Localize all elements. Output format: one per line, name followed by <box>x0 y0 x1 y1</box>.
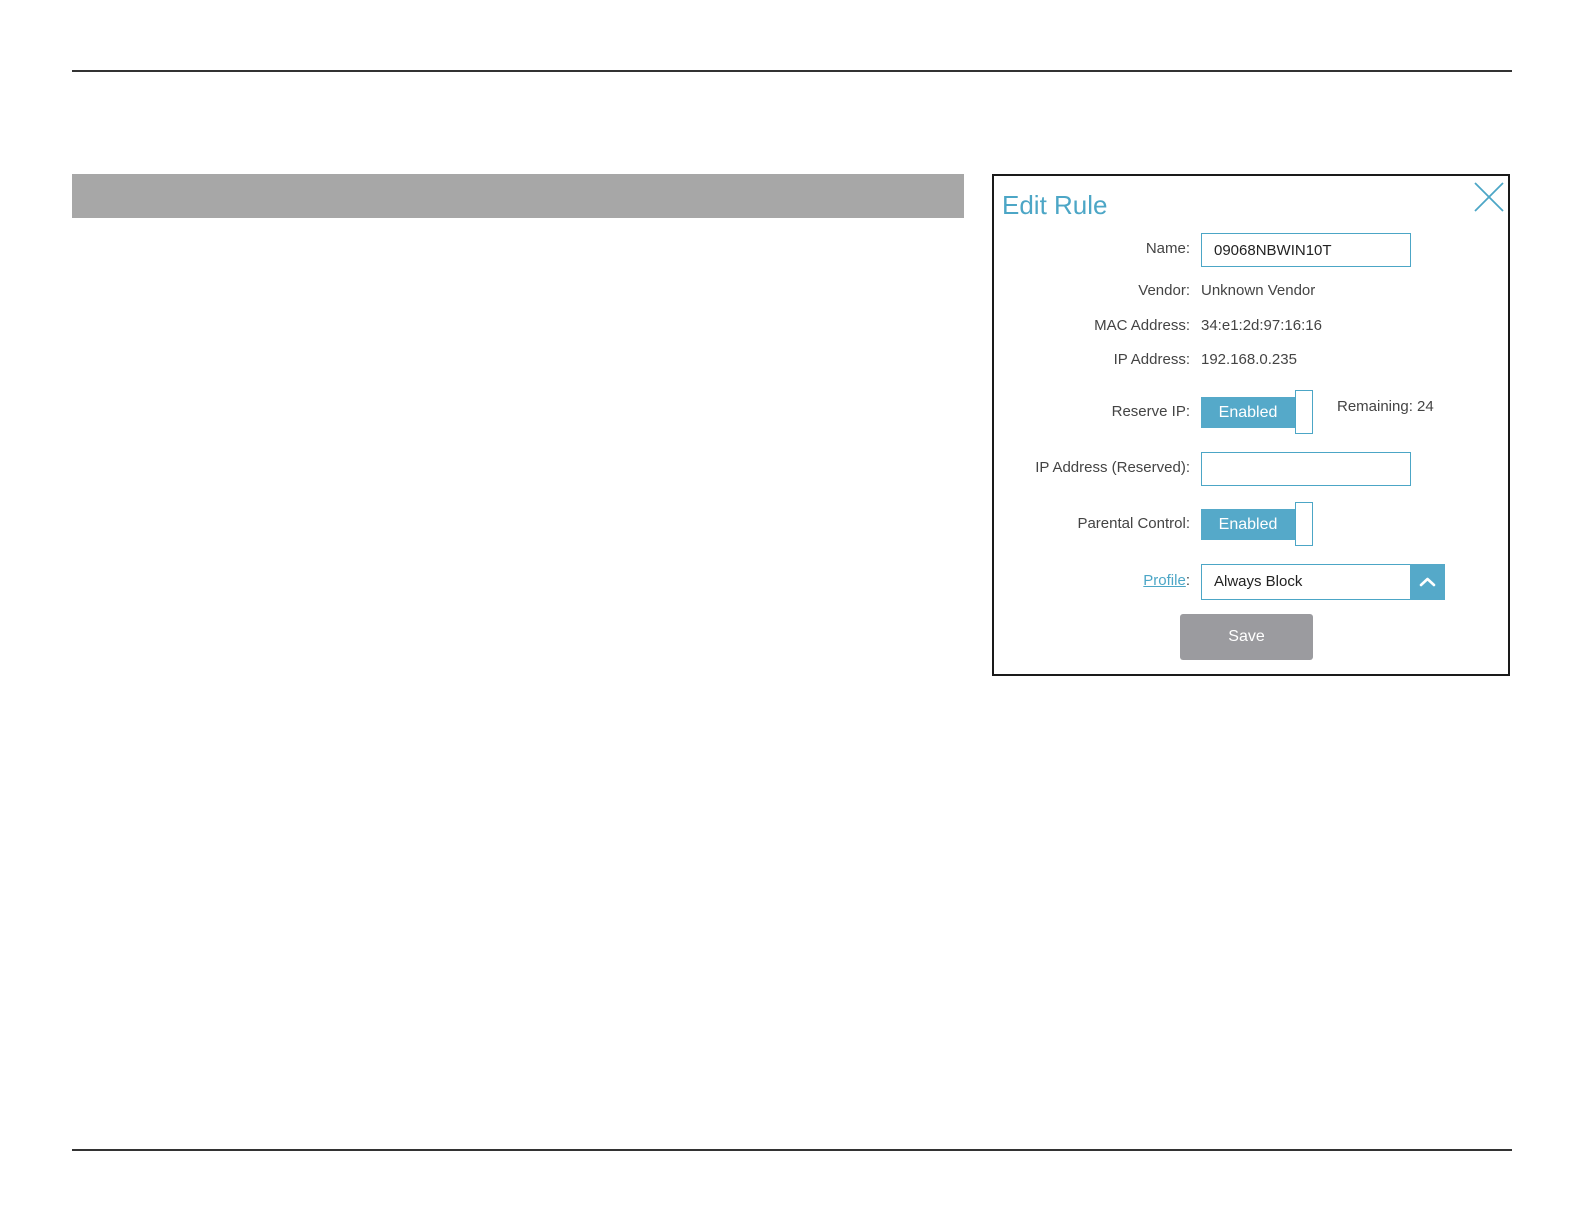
ip-address-label: IP Address: <box>1113 351 1190 368</box>
vendor-value: Unknown Vendor <box>1201 282 1316 299</box>
vendor-label: Vendor: <box>1138 282 1190 299</box>
close-button[interactable] <box>1472 180 1506 214</box>
reserve-ip-toggle[interactable]: Enabled <box>1201 390 1313 434</box>
dialog-title: Edit Rule <box>1002 190 1108 220</box>
parental-control-toggle[interactable]: Enabled <box>1201 502 1313 546</box>
mac-address-label: MAC Address: <box>1094 317 1190 334</box>
parental-control-toggle-knob[interactable] <box>1295 502 1313 546</box>
ip-address-value: 192.168.0.235 <box>1201 351 1297 368</box>
section-header-bar <box>72 174 964 218</box>
save-button[interactable]: Save <box>1180 614 1313 660</box>
edit-rule-dialog: Edit Rule Name: Vendor: Unknown Vendor M… <box>992 174 1510 676</box>
profile-dropdown-toggle[interactable] <box>1410 564 1445 600</box>
remaining-count: Remaining: 24 <box>1337 398 1434 415</box>
reserve-ip-toggle-knob[interactable] <box>1295 390 1313 434</box>
name-input[interactable] <box>1201 233 1411 267</box>
ip-reserved-input[interactable] <box>1201 452 1411 486</box>
reserve-ip-label: Reserve IP: <box>1111 403 1190 420</box>
parental-control-label: Parental Control: <box>1077 515 1190 532</box>
ip-reserved-label: IP Address (Reserved): <box>1035 459 1190 476</box>
profile-select[interactable]: Always Block <box>1201 564 1445 600</box>
profile-select-value: Always Block <box>1214 573 1303 590</box>
reserve-ip-toggle-state: Enabled <box>1201 397 1295 428</box>
profile-link[interactable]: Profile <box>1143 572 1186 589</box>
profile-label: Profile: <box>1143 572 1190 589</box>
close-icon <box>1474 182 1504 212</box>
top-divider <box>72 70 1512 72</box>
bottom-divider <box>72 1149 1512 1151</box>
profile-label-colon: : <box>1185 572 1190 589</box>
chevron-up-icon <box>1419 577 1436 587</box>
mac-address-value: 34:e1:2d:97:16:16 <box>1201 317 1322 334</box>
name-label: Name: <box>1145 240 1190 257</box>
parental-control-toggle-state: Enabled <box>1201 509 1295 540</box>
